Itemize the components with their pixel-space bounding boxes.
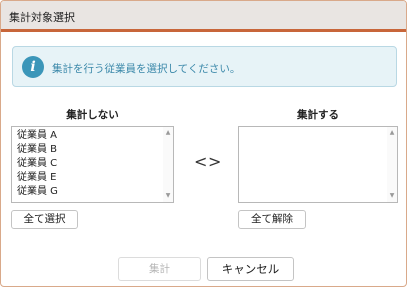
info-message-box: i 集計を行う従業員を選択してください。 [12,46,397,87]
scroll-down-icon[interactable]: ▼ [387,191,397,201]
dialog-title: 集計対象選択 [9,11,75,24]
deselect-all-button[interactable]: 全て解除 [238,210,306,229]
include-listbox[interactable]: ▲ ▼ [238,126,398,203]
cancel-button[interactable]: キャンセル [207,257,294,281]
exclude-scrollbar[interactable]: ▲ ▼ [163,127,173,202]
info-message: 集計を行う従業員を選択してください。 [52,63,241,75]
scroll-up-icon[interactable]: ▲ [387,128,397,138]
list-item[interactable]: 従業員 B [12,143,173,157]
list-item[interactable]: 従業員 C [12,157,173,171]
list-item[interactable]: 従業員 E [12,171,173,185]
exclude-list-items: 従業員 A 従業員 B 従業員 C 従業員 E 従業員 G [12,127,173,199]
include-scrollbar[interactable]: ▲ ▼ [387,127,397,202]
aggregate-button[interactable]: 集計 [118,257,201,281]
list-item[interactable]: 従業員 G [12,185,173,199]
info-icon: i [22,56,44,78]
exclude-listbox[interactable]: 従業員 A 従業員 B 従業員 C 従業員 E 従業員 G ▲ ▼ [11,126,174,203]
select-all-button[interactable]: 全て選択 [11,210,78,229]
exclude-list-heading: 集計しない [66,109,119,121]
move-right-icon[interactable]: > [208,153,221,171]
dialog-titlebar: 集計対象選択 [1,1,406,32]
list-item[interactable]: 従業員 A [12,129,173,143]
scroll-up-icon[interactable]: ▲ [163,128,173,138]
scroll-down-icon[interactable]: ▼ [163,191,173,201]
select-target-dialog: 集計対象選択 i 集計を行う従業員を選択してください。 集計しない 集計する 従… [0,0,407,287]
move-controls: < > [192,153,221,171]
include-list-heading: 集計する [297,109,339,121]
include-list-items [239,127,397,129]
move-left-icon[interactable]: < [194,153,207,171]
